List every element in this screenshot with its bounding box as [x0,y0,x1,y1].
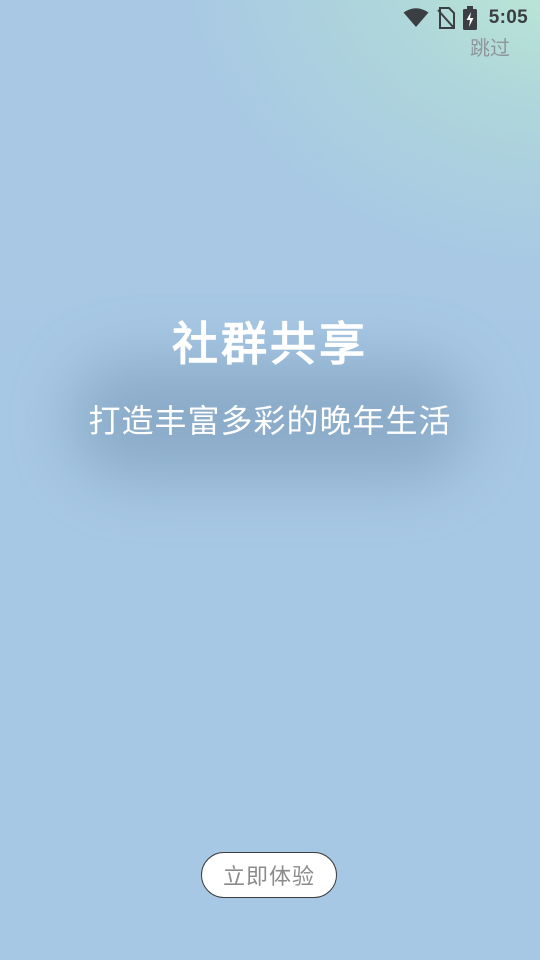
hero-title: 社群共享 [172,317,368,371]
status-icons: 5:05 [403,6,528,30]
status-time: 5:05 [488,7,528,28]
skip-button[interactable]: 跳过 [470,32,510,61]
status-bar: 5:05 [0,0,540,36]
splash-screen: 5:05 跳过 社群共享 打造丰富多彩的晚年生活 立即体验 [0,0,540,960]
battery-charging-icon [462,6,477,30]
try-now-button[interactable]: 立即体验 [201,852,337,898]
no-sim-icon [437,7,455,29]
hero-subtitle: 打造丰富多彩的晚年生活 [88,402,452,440]
wifi-icon [403,8,429,28]
